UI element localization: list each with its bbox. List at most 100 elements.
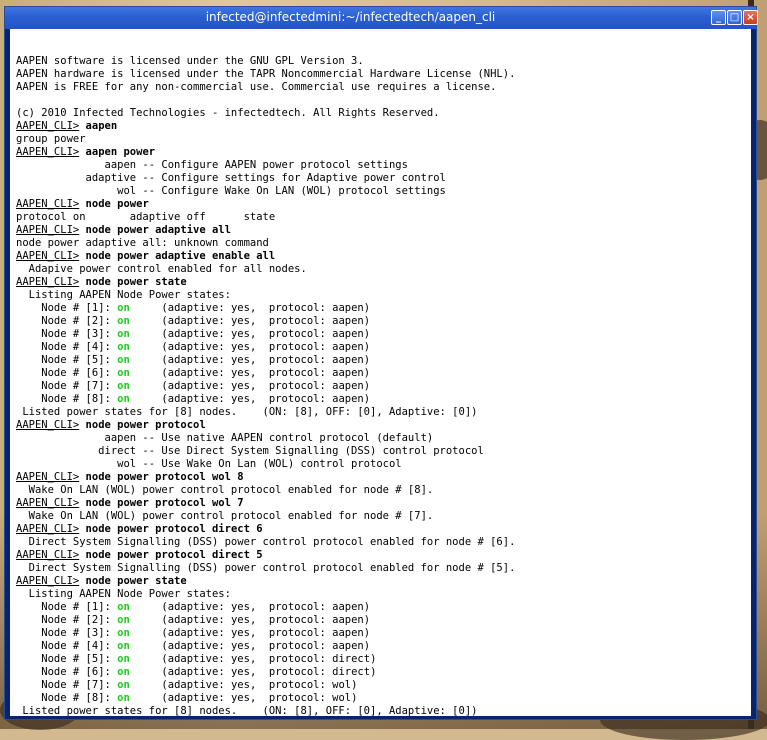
terminal-line: group power bbox=[16, 133, 86, 145]
node-number: 1 bbox=[91, 601, 99, 613]
node-protocol: aapen bbox=[332, 354, 364, 366]
node-protocol: aapen bbox=[332, 315, 364, 327]
node-number: 7 bbox=[91, 380, 99, 392]
node-adaptive: yes bbox=[230, 302, 250, 314]
node-state-row: Node # [1]: on (adaptive: yes, protocol:… bbox=[16, 302, 371, 314]
command-line: AAPEN_CLI> node power protocol direct 6 bbox=[16, 523, 747, 536]
command-text: node power protocol bbox=[85, 419, 206, 431]
maximize-button[interactable]: □ bbox=[727, 10, 742, 25]
node-protocol: wol bbox=[332, 692, 352, 704]
node-number: 6 bbox=[91, 367, 99, 379]
node-protocol: aapen bbox=[332, 640, 364, 652]
node-state-row: Node # [3]: on (adaptive: yes, protocol:… bbox=[16, 328, 371, 340]
node-adaptive: yes bbox=[230, 315, 250, 327]
node-state-row: Node # [5]: on (adaptive: yes, protocol:… bbox=[16, 653, 377, 665]
node-protocol: aapen bbox=[332, 341, 364, 353]
node-number: 6 bbox=[91, 666, 99, 678]
command-line: AAPEN_CLI> aapen bbox=[16, 120, 747, 133]
command-line: AAPEN_CLI> node power adaptive enable al… bbox=[16, 250, 747, 263]
node-power-status: on bbox=[117, 627, 130, 639]
command-text: node power protocol wol 7 bbox=[85, 497, 244, 509]
command-line: AAPEN_CLI> node power protocol wol 7 bbox=[16, 497, 747, 510]
node-number: 3 bbox=[91, 328, 99, 340]
minimize-button[interactable]: _ bbox=[711, 10, 726, 25]
node-number: 7 bbox=[91, 679, 99, 691]
terminal-line: wol -- Use Wake On Lan (WOL) control pro… bbox=[16, 458, 402, 470]
terminal-area[interactable]: AAPEN software is licensed under the GNU… bbox=[10, 29, 751, 716]
prompt: AAPEN_CLI> bbox=[16, 146, 80, 158]
command-text: node power state bbox=[85, 276, 187, 288]
node-number: 8 bbox=[91, 692, 99, 704]
node-adaptive: yes bbox=[230, 692, 250, 704]
node-number: 8 bbox=[91, 393, 99, 405]
node-number: 4 bbox=[91, 640, 99, 652]
command-text: node power bbox=[85, 198, 149, 210]
node-power-status: on bbox=[117, 367, 130, 379]
command-line: AAPEN_CLI> node power protocol direct 5 bbox=[16, 549, 747, 562]
prompt: AAPEN_CLI> bbox=[16, 523, 80, 535]
node-number: 2 bbox=[91, 315, 99, 327]
prompt: AAPEN_CLI> bbox=[16, 497, 80, 509]
terminal-line: adaptive -- Configure settings for Adapt… bbox=[16, 172, 446, 184]
terminal-line: AAPEN software is licensed under the GNU… bbox=[16, 55, 364, 67]
node-state-row: Node # [1]: on (adaptive: yes, protocol:… bbox=[16, 601, 371, 613]
node-power-status: on bbox=[117, 601, 130, 613]
terminal-line: Wake On LAN (WOL) power control protocol… bbox=[16, 510, 434, 522]
node-power-status: on bbox=[117, 315, 130, 327]
terminal-line: Direct System Signalling (DSS) power con… bbox=[16, 536, 516, 548]
node-protocol: direct bbox=[332, 666, 371, 678]
close-button[interactable]: × bbox=[743, 10, 758, 25]
terminal-line: Listed power states for [8] nodes. (ON: … bbox=[16, 705, 478, 716]
command-text: node power state bbox=[85, 575, 187, 587]
prompt: AAPEN_CLI> bbox=[16, 250, 80, 262]
terminal-line: protocol on adaptive off state bbox=[16, 211, 276, 223]
terminal-line: (c) 2010 Infected Technologies - infecte… bbox=[16, 107, 440, 119]
node-adaptive: yes bbox=[230, 601, 250, 613]
node-state-row: Node # [2]: on (adaptive: yes, protocol:… bbox=[16, 614, 371, 626]
node-adaptive: yes bbox=[230, 614, 250, 626]
node-power-status: on bbox=[117, 354, 130, 366]
command-line: AAPEN_CLI> node power state bbox=[16, 276, 747, 289]
command-text: node power adaptive enable all bbox=[85, 250, 276, 262]
prompt: AAPEN_CLI> bbox=[16, 120, 80, 132]
terminal-line: node power adaptive all: unknown command bbox=[16, 237, 269, 249]
terminal-line: aapen -- Use native AAPEN control protoc… bbox=[16, 432, 434, 444]
terminal-line: Listed power states for [8] nodes. (ON: … bbox=[16, 406, 478, 418]
terminal-line: AAPEN hardware is licensed under the TAP… bbox=[16, 68, 516, 80]
command-text: aapen power bbox=[85, 146, 156, 158]
node-power-status: on bbox=[117, 302, 130, 314]
node-adaptive: yes bbox=[230, 393, 250, 405]
node-number: 1 bbox=[91, 302, 99, 314]
title-bar[interactable]: infected@infectedmini:~/infectedtech/aap… bbox=[5, 7, 758, 29]
node-protocol: aapen bbox=[332, 302, 364, 314]
command-text: aapen bbox=[85, 120, 118, 132]
terminal-line: aapen -- Configure AAPEN power protocol … bbox=[16, 159, 408, 171]
terminal-line: Wake On LAN (WOL) power control protocol… bbox=[16, 484, 434, 496]
node-state-row: Node # [7]: on (adaptive: yes, protocol:… bbox=[16, 380, 371, 392]
terminal-line: Listing AAPEN Node Power states: bbox=[16, 289, 231, 301]
node-adaptive: yes bbox=[230, 380, 250, 392]
prompt: AAPEN_CLI> bbox=[16, 198, 80, 210]
node-protocol: aapen bbox=[332, 367, 364, 379]
node-protocol: aapen bbox=[332, 627, 364, 639]
prompt: AAPEN_CLI> bbox=[16, 224, 80, 236]
node-adaptive: yes bbox=[230, 328, 250, 340]
node-state-row: Node # [6]: on (adaptive: yes, protocol:… bbox=[16, 367, 371, 379]
node-state-row: Node # [7]: on (adaptive: yes, protocol:… bbox=[16, 679, 358, 691]
terminal-line: Listing AAPEN Node Power states: bbox=[16, 588, 231, 600]
node-adaptive: yes bbox=[230, 666, 250, 678]
node-protocol: aapen bbox=[332, 380, 364, 392]
node-state-row: Node # [2]: on (adaptive: yes, protocol:… bbox=[16, 315, 371, 327]
command-text: node power protocol wol 8 bbox=[85, 471, 244, 483]
node-number: 5 bbox=[91, 354, 99, 366]
command-text: node power protocol direct 6 bbox=[85, 523, 263, 535]
command-line: AAPEN_CLI> node power state bbox=[16, 575, 747, 588]
node-power-status: on bbox=[117, 692, 130, 704]
terminal-line: Adapive power control enabled for all no… bbox=[16, 263, 307, 275]
node-power-status: on bbox=[117, 393, 130, 405]
node-adaptive: yes bbox=[230, 627, 250, 639]
node-protocol: wol bbox=[332, 679, 352, 691]
terminal-line: Direct System Signalling (DSS) power con… bbox=[16, 562, 516, 574]
node-state-row: Node # [4]: on (adaptive: yes, protocol:… bbox=[16, 341, 371, 353]
